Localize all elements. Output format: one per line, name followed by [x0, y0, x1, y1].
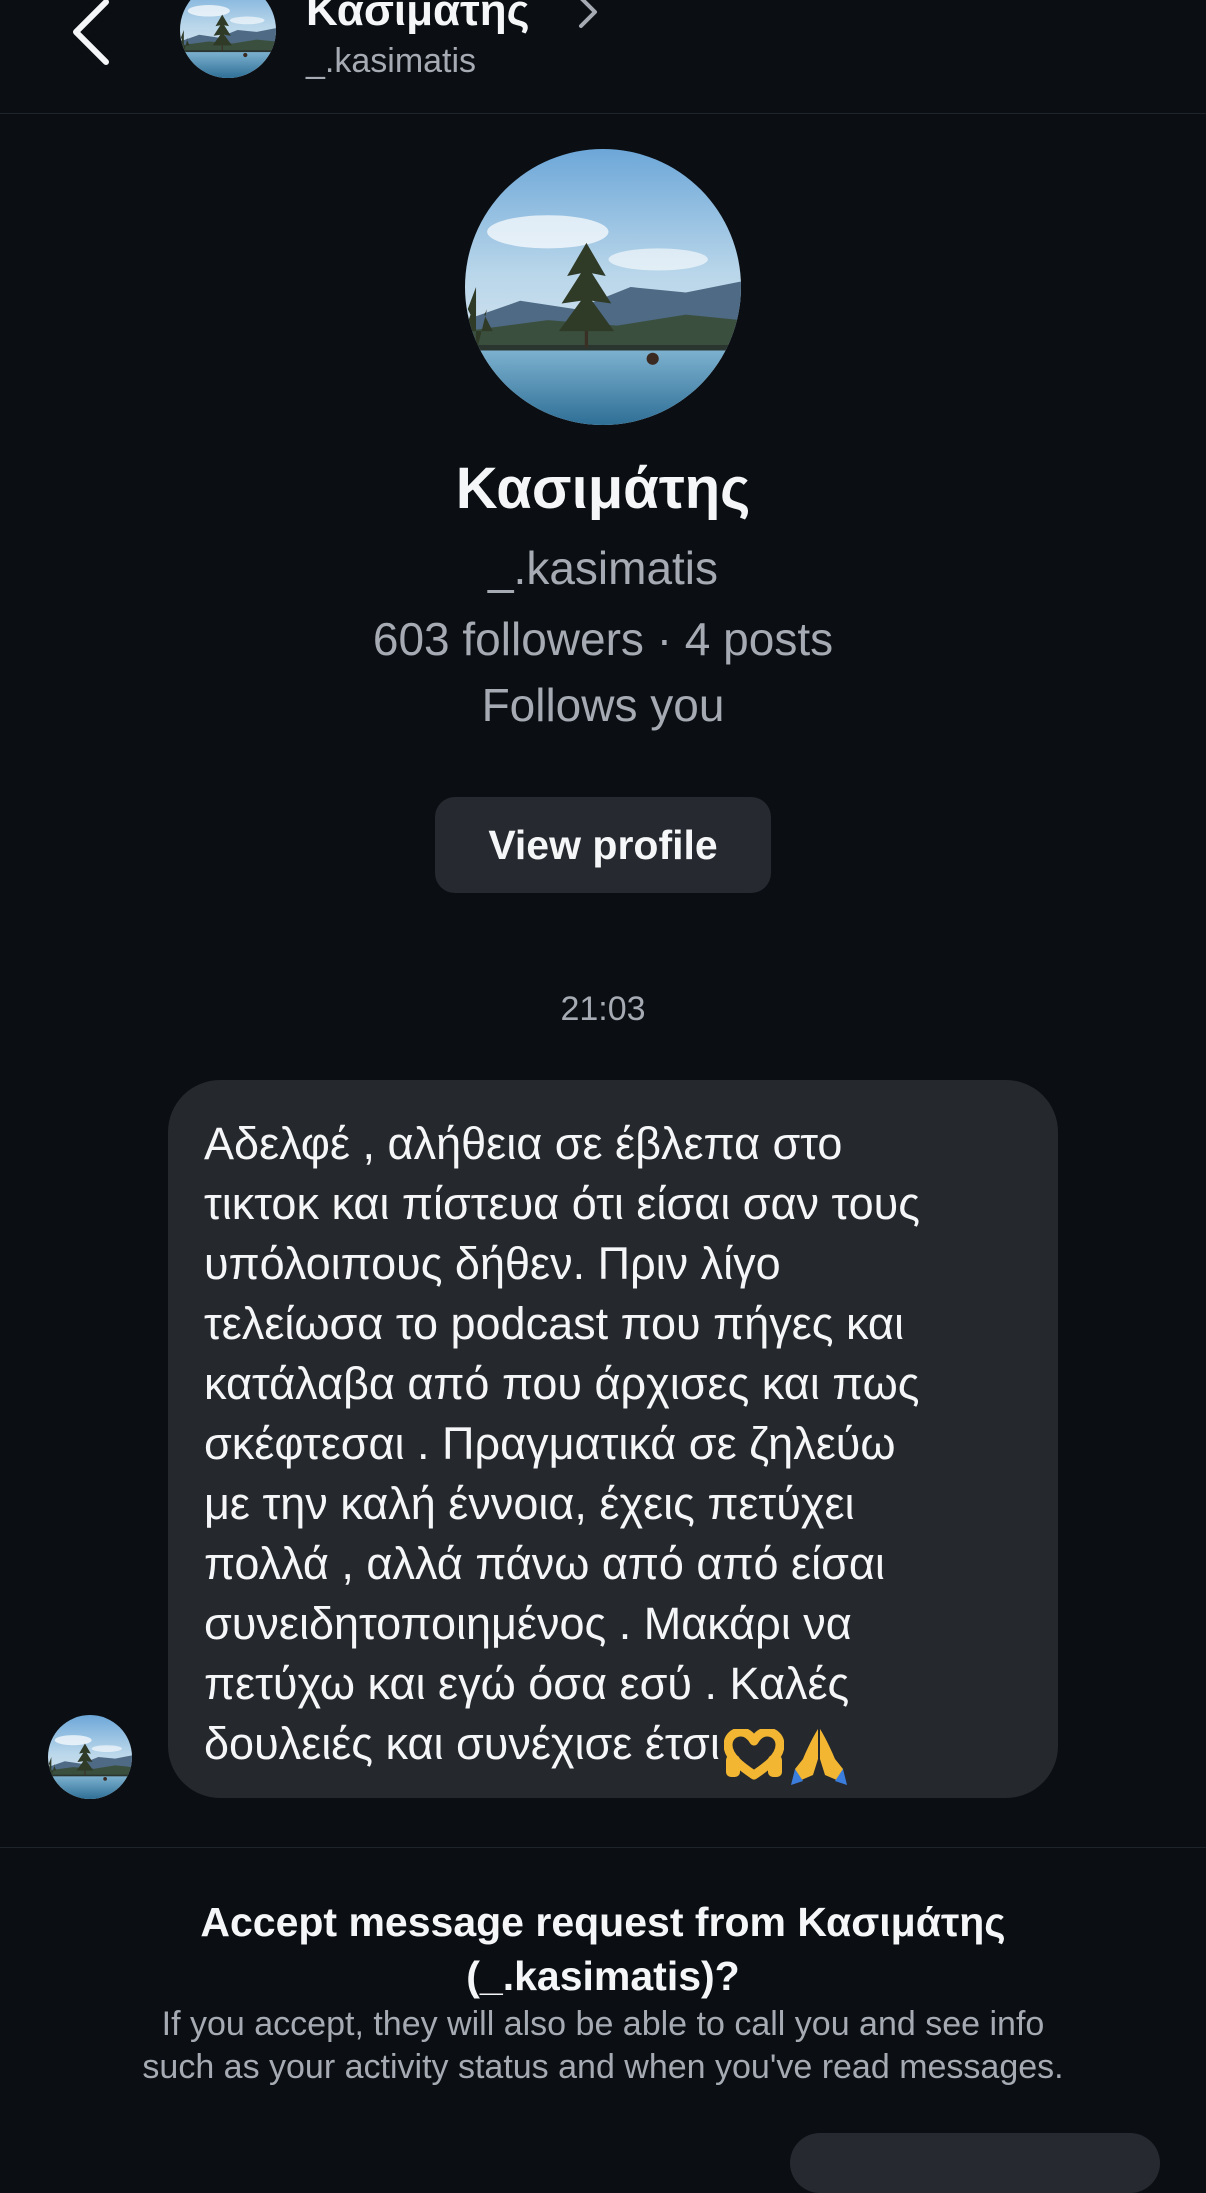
divider — [0, 1847, 1206, 1848]
profile-stats: 603 followers · 4 posts — [372, 613, 834, 665]
accept-button-partial[interactable] — [790, 2133, 1160, 2193]
follows-you-label: Follows you — [481, 679, 725, 731]
header-avatar[interactable] — [180, 0, 276, 78]
chat-header: Κασιμάτης _.kasimatis — [0, 0, 1206, 114]
profile-name: Κασιμάτης — [455, 456, 751, 521]
chevron-left-icon[interactable] — [60, 0, 130, 70]
heart-hands-icon — [724, 1728, 785, 1780]
request-subtitle: If you accept, they will also be able to… — [142, 2005, 1064, 2086]
profile-username: _.kasimatis — [487, 542, 719, 594]
chevron-right-icon[interactable] — [575, 0, 601, 34]
profile-avatar[interactable] — [465, 149, 741, 425]
message-text: Αδελφέ , αλήθεια σε έβλεπα στο τικτοκ κα… — [204, 1118, 920, 1769]
header-username: _.kasimatis — [306, 42, 477, 80]
sender-avatar[interactable] — [48, 1715, 132, 1799]
message-bubble[interactable]: Αδελφέ , αλήθεια σε έβλεπα στο τικτοκ κα… — [168, 1080, 1058, 1798]
folded-hands-icon — [790, 1728, 847, 1785]
header-name[interactable]: Κασιμάτης — [306, 0, 530, 36]
view-profile-button[interactable]: View profile — [435, 797, 771, 893]
message-timestamp: 21:03 — [560, 990, 646, 1028]
request-title: Accept message request from Κασιμάτης (_… — [200, 1899, 1006, 1999]
